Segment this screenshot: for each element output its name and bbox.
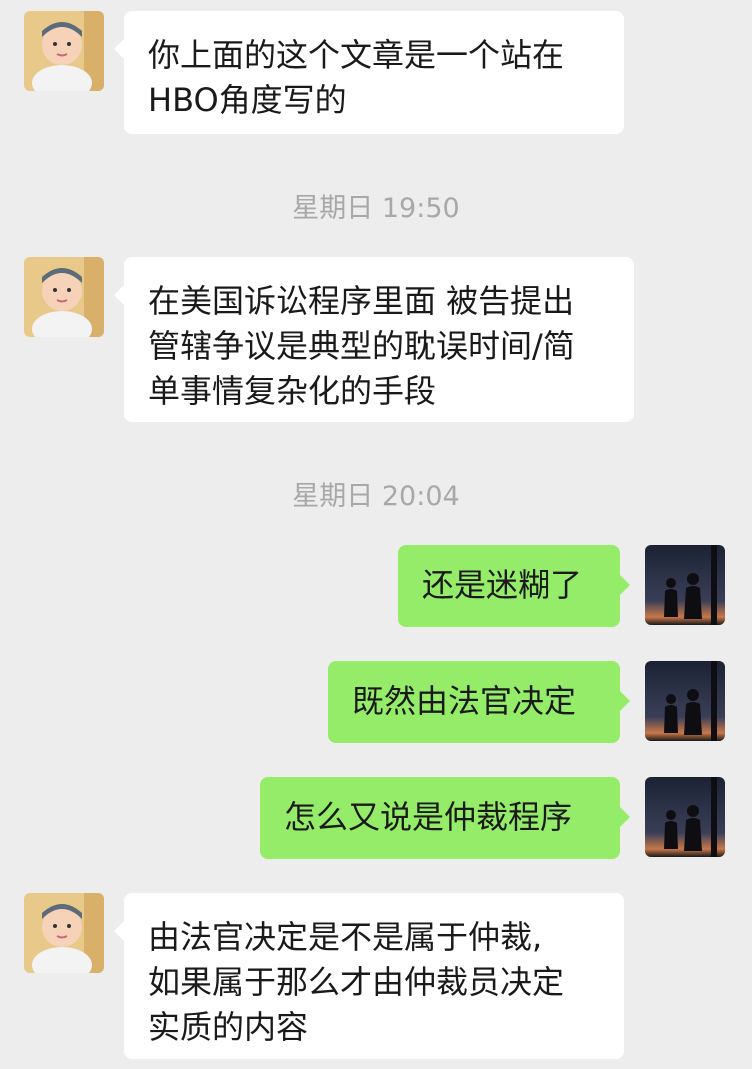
sunset-couple-avatar-icon bbox=[645, 545, 725, 625]
message-text-line: 既然由法官决定 bbox=[352, 682, 577, 720]
outgoing-message-bubble[interactable]: 还是迷糊了 bbox=[398, 545, 630, 627]
message-text-line: 单事情复杂化的手段 bbox=[148, 372, 437, 410]
message-text-line: 怎么又说是仲裁程序 bbox=[284, 798, 573, 836]
message-text-line: HBO角度写的 bbox=[148, 81, 347, 119]
my-avatar[interactable] bbox=[645, 777, 725, 857]
baby-avatar-icon bbox=[24, 257, 104, 337]
message-text-line: 你上面的这个文章是一个站在 bbox=[148, 36, 565, 74]
contact-avatar[interactable] bbox=[24, 257, 104, 337]
message-text-line: 管辖争议是典型的耽误时间/简 bbox=[148, 327, 575, 365]
my-avatar[interactable] bbox=[645, 545, 725, 625]
timestamp: 星期日 20:04 bbox=[292, 481, 460, 512]
message-text-line: 如果属于那么才由仲裁员决定 bbox=[148, 963, 565, 1001]
incoming-message-bubble[interactable]: 在美国诉讼程序里面 被告提出 管辖争议是典型的耽误时间/简 单事情复杂化的手段 bbox=[114, 257, 634, 422]
outgoing-message-bubble[interactable]: 怎么又说是仲裁程序 bbox=[260, 777, 630, 859]
contact-avatar[interactable] bbox=[24, 11, 104, 91]
message-text-line: 还是迷糊了 bbox=[422, 566, 583, 604]
outgoing-message-bubble[interactable]: 既然由法官决定 bbox=[328, 661, 630, 743]
message-text-line: 在美国诉讼程序里面 被告提出 bbox=[148, 282, 575, 320]
message-text-line: 由法官决定是不是属于仲裁, bbox=[148, 918, 543, 956]
sunset-couple-avatar-icon bbox=[645, 661, 725, 741]
incoming-message-bubble[interactable]: 你上面的这个文章是一个站在 HBO角度写的 bbox=[114, 11, 624, 134]
contact-avatar[interactable] bbox=[24, 893, 104, 973]
sunset-couple-avatar-icon bbox=[645, 777, 725, 857]
message-text-line: 实质的内容 bbox=[148, 1008, 309, 1046]
baby-avatar-icon bbox=[24, 11, 104, 91]
incoming-message-bubble[interactable]: 由法官决定是不是属于仲裁, 如果属于那么才由仲裁员决定 实质的内容 bbox=[114, 893, 624, 1059]
timestamp: 星期日 19:50 bbox=[292, 193, 460, 224]
baby-avatar-icon bbox=[24, 893, 104, 973]
my-avatar[interactable] bbox=[645, 661, 725, 741]
